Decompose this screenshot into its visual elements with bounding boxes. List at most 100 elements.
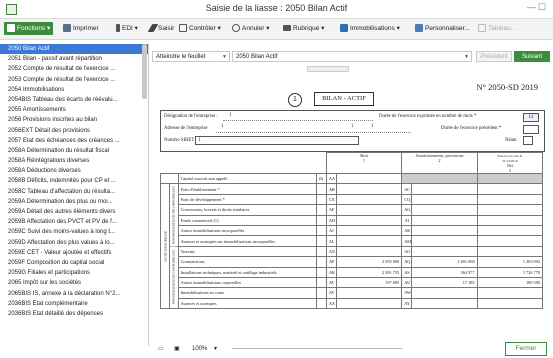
fit-page-icon[interactable]: ▣	[174, 344, 180, 354]
duree-field[interactable]: 12	[523, 113, 539, 122]
sidebar-item[interactable]: 2054 Immobilisations	[0, 85, 148, 95]
sidebar-item[interactable]: 2036BIS Etat détaillé des dépenses	[0, 309, 148, 319]
amort-value-field[interactable]: 564 977	[411, 266, 478, 278]
brut-value-field[interactable]	[335, 214, 403, 226]
sidebar-item[interactable]: 2057 Etat des échéances des créances ...	[0, 136, 148, 146]
adresse-field-2[interactable]: 1	[351, 124, 353, 129]
sidebar-item[interactable]: 2059E CET - Valeur ajoutée et effectifs	[0, 248, 148, 258]
horizontal-scrollbar[interactable]	[232, 348, 402, 349]
brut-value-field[interactable]	[335, 204, 403, 216]
sidebar-item[interactable]: 2058A Déductions diverses	[0, 166, 148, 176]
sidebar-item[interactable]: 2059G Filiales et participations	[0, 268, 148, 278]
sidebar-item[interactable]: 2050 Bilan Actif	[0, 44, 148, 55]
sidebar-item[interactable]: 2059F Composition du capital social	[0, 258, 148, 268]
sidebar-item[interactable]: 2052 Compte de résultat de l'exercice ..…	[0, 64, 148, 74]
brut-value-field[interactable]	[335, 193, 403, 206]
sidebar-item[interactable]: 2059D Affectation des plus values à lo..…	[0, 238, 148, 248]
brut-value-field[interactable]	[335, 287, 403, 299]
edi-menu[interactable]: EDI ▾	[116, 22, 138, 35]
precedent-button[interactable]: Précédent	[476, 51, 512, 62]
amort-value-field[interactable]	[411, 245, 478, 258]
sidebar-item[interactable]: 2058A Détermination du résultat fiscal	[0, 146, 148, 156]
sidebar-item[interactable]: 2058A Réintégrations diverses	[0, 156, 148, 166]
brut-value-field[interactable]	[335, 224, 403, 237]
amort-value-field[interactable]: 17 185	[411, 276, 478, 289]
net-value-field[interactable]	[476, 297, 544, 310]
sidebar-item[interactable]: 2056EXT Détail des provisions	[0, 126, 148, 136]
brut-value-field[interactable]: 197 685	[335, 276, 403, 289]
maximize-button[interactable]: ☐	[538, 2, 546, 13]
row-note: (I)	[315, 172, 327, 185]
tableau-button[interactable]: Tableau...	[478, 22, 516, 35]
brut-value-field[interactable]	[335, 183, 403, 195]
fermer-button[interactable]: Fermer	[505, 342, 547, 356]
sidebar-item[interactable]: 2055 Amortissements	[0, 105, 148, 115]
amort-value-field[interactable]	[411, 224, 478, 237]
zoom-level[interactable]: 100%	[192, 344, 207, 354]
page-layout-icon[interactable]: ▭	[158, 344, 164, 354]
amort-value-field[interactable]	[411, 193, 478, 206]
sheet-select[interactable]: 2050 Bilan Actif ▼	[232, 51, 472, 62]
adresse-underline	[216, 132, 411, 133]
sidebar-item[interactable]: 2059A Détail des autres éléments divers	[0, 207, 148, 217]
sidebar-item[interactable]: 2065BIS IS, annexe à la déclaration N°2.…	[0, 289, 148, 299]
neant-checkbox[interactable]	[523, 136, 533, 145]
sidebar-item[interactable]: 2056 Provisions inscrites au bilan	[0, 115, 148, 125]
net-value-field[interactable]	[476, 214, 544, 226]
sheet-list[interactable]: 2050 Bilan Actif 2051 Bilan - passif avan…	[0, 44, 149, 346]
goto-sheet-dropdown[interactable]: Atteindre le feuillet ▼	[152, 51, 230, 62]
zoom-dropdown-icon[interactable]: ▾	[214, 344, 217, 354]
amort-value-field[interactable]	[411, 204, 478, 216]
brut-value-field[interactable]	[335, 245, 403, 258]
duree-precedent-field[interactable]	[523, 125, 539, 134]
sidebar-item[interactable]: 2051 Bilan - passif avant répartition	[0, 54, 148, 64]
annuler-menu[interactable]: Annuler ▾	[232, 22, 269, 35]
sidebar-item[interactable]: 2036BIS Etat complémentaire	[0, 299, 148, 309]
brut-value-field[interactable]: 2 955 000	[335, 256, 403, 268]
suivant-button[interactable]: Suivant	[514, 51, 550, 62]
designation-field[interactable]: 1	[229, 113, 231, 118]
minimize-button[interactable]: —	[527, 2, 536, 12]
amort-value-field[interactable]: 1 691 008	[411, 256, 478, 268]
imprimer-button[interactable]: Imprimer	[63, 22, 99, 35]
net-value-field[interactable]	[476, 235, 544, 247]
form-scroll-handle[interactable]	[307, 66, 349, 72]
brut-value-field[interactable]	[335, 235, 403, 247]
row-note	[315, 214, 327, 226]
net-value-field[interactable]: 1 263 992	[476, 256, 544, 268]
adresse-field[interactable]: 1	[221, 124, 223, 129]
sidebar-item[interactable]: 2053 Compte de résultat de l'exercice ..…	[0, 75, 148, 85]
net-value-field[interactable]	[476, 287, 544, 299]
sidebar-item[interactable]: 2059C Suivi des moins-values à long t...	[0, 227, 148, 237]
sidebar-item[interactable]: 2054BIS Tableau des écarts de réévalu...	[0, 95, 148, 105]
amort-value-field[interactable]	[411, 297, 478, 310]
net-value-field[interactable]	[476, 183, 544, 195]
net-value-field[interactable]: 180 500	[476, 276, 544, 289]
net-value-field[interactable]	[476, 193, 544, 206]
sidebar-item[interactable]: 2065 Impôt sur les sociétés	[0, 278, 148, 288]
brut-value-field[interactable]	[335, 172, 403, 185]
personnaliser-button[interactable]: Personnaliser...	[415, 22, 470, 35]
brut-value-field[interactable]: 2 291 755	[335, 266, 403, 278]
net-value-field[interactable]	[476, 224, 544, 237]
sidebar-scrollbar[interactable]	[142, 44, 147, 99]
brut-value-field[interactable]	[335, 297, 403, 310]
saisir-button[interactable]: Saisir	[147, 22, 174, 35]
adresse-field-3[interactable]: 1	[371, 124, 373, 129]
amort-value-field[interactable]	[411, 235, 478, 247]
siret-field[interactable]: 1	[195, 136, 359, 145]
immobilisations-menu[interactable]: Immobilisations ▾	[340, 22, 400, 35]
net-value-field[interactable]	[476, 245, 544, 258]
amort-value-field[interactable]	[411, 214, 478, 226]
rubrique-menu[interactable]: Rubrique ▾	[283, 22, 324, 35]
sidebar-item[interactable]: 2058B Déficits, indemnités pour CP et ..…	[0, 176, 148, 186]
fonctions-menu[interactable]: Fonctions ▾	[4, 22, 54, 35]
amort-value-field[interactable]	[411, 287, 478, 299]
sidebar-item[interactable]: 2059A Détermination des plus ou moi...	[0, 197, 148, 207]
amort-value-field[interactable]	[411, 183, 478, 195]
controler-menu[interactable]: Contrôler ▾	[179, 22, 221, 35]
net-value-field[interactable]	[476, 204, 544, 216]
net-value-field[interactable]: 1 726 778	[476, 266, 544, 278]
sidebar-item[interactable]: 2058C Tableau d'affectation du résulta..…	[0, 187, 148, 197]
sidebar-item[interactable]: 2059B Affectation des PVCT et PV de f...	[0, 217, 148, 227]
